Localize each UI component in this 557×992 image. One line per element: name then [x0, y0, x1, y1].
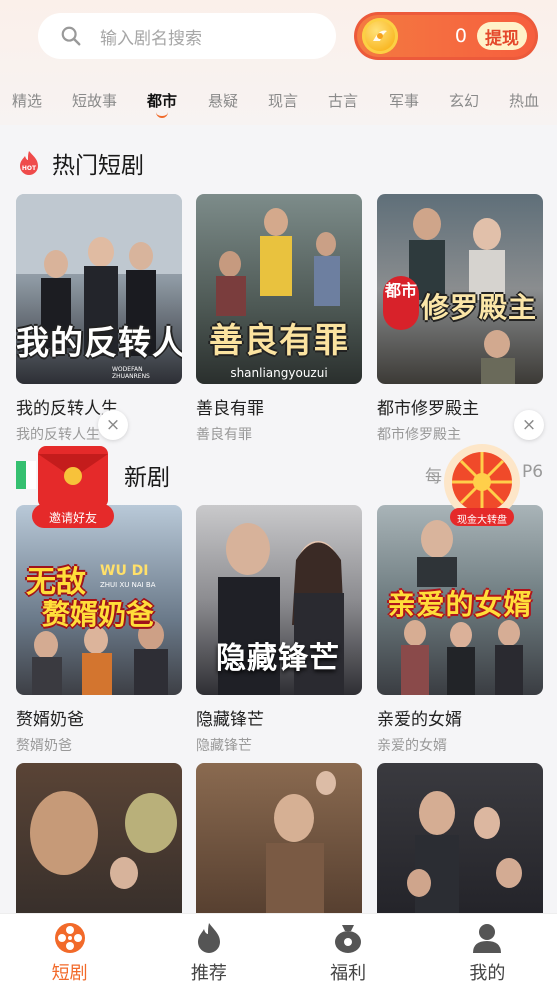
- money-bag-icon: [335, 925, 362, 953]
- poster-title: 修罗殿主: [421, 291, 538, 324]
- drama-poster[interactable]: 隐藏锋芒: [196, 505, 362, 695]
- drama-subtitle: 隐藏锋芒: [196, 738, 252, 754]
- poster-title-2: 赘婿奶爸: [42, 598, 155, 631]
- wallet-widget[interactable]: 0 提现: [354, 12, 538, 60]
- poster-pinyin-1: WU DI: [100, 563, 149, 579]
- poster-pinyin-2: ZHUI XU NAI BA: [100, 581, 156, 589]
- nav-label: 短剧: [51, 963, 88, 984]
- poster-genre-tag: 都市: [383, 276, 419, 330]
- new-section-title: 新剧: [124, 465, 170, 491]
- tab-dushi[interactable]: 都市: [147, 90, 177, 111]
- drama-card[interactable]: 亲爱的女婿 亲爱的女婿 亲爱的女婿: [377, 505, 543, 755]
- nav-profile[interactable]: 我的: [418, 914, 557, 992]
- nav-welfare[interactable]: 福利: [279, 914, 418, 992]
- tab-guyan[interactable]: 古言: [328, 90, 358, 111]
- bottom-navigation: 短剧 推荐 福利 我的: [0, 913, 557, 992]
- drama-poster[interactable]: 善良有罪 shanliangyouzui: [196, 194, 362, 384]
- tab-xuanhuan[interactable]: 玄幻: [449, 90, 479, 111]
- nav-label: 推荐: [190, 963, 227, 984]
- close-icon: ×: [105, 415, 121, 435]
- poster-art: [30, 791, 177, 889]
- drama-poster[interactable]: 无敌 WU DI ZHUI XU NAI BA 赘婿奶爸: [16, 505, 182, 695]
- tab-jingxuan[interactable]: 精选: [12, 90, 42, 111]
- hot-badge-text: HOT: [22, 165, 37, 172]
- coin-icon: [362, 18, 398, 54]
- poster-title: 我的反转人生: [16, 323, 182, 362]
- drama-name[interactable]: 我的反转人生: [16, 394, 182, 419]
- tab-duangushi[interactable]: 短故事: [72, 90, 117, 111]
- category-tabs: 精选 短故事 都市 悬疑 现言 古言 军事 玄幻 热血: [0, 82, 557, 122]
- tab-xuanyi[interactable]: 悬疑: [208, 90, 238, 111]
- search-placeholder: 输入剧名搜索: [100, 28, 202, 49]
- drama-subtitle: 赘婿奶爸: [16, 738, 72, 754]
- poster-title: 隐藏锋芒: [216, 641, 340, 676]
- drama-card[interactable]: 隐藏锋芒 隐藏锋芒 隐藏锋芒: [196, 505, 362, 755]
- drama-card[interactable]: 都市 修罗殿主 都市修罗殿主 都市修罗殿主: [377, 194, 543, 444]
- user-icon: [473, 924, 502, 953]
- active-tab-indicator: [156, 112, 168, 118]
- invite-friends-label: 邀请好友: [48, 511, 97, 525]
- hot-section-title: 热门短剧: [52, 153, 144, 179]
- poster-subtitle: WODEFAN ZHUANRENS: [112, 366, 150, 380]
- drama-name[interactable]: 隐藏锋芒: [196, 705, 362, 730]
- tab-junshi[interactable]: 军事: [389, 90, 419, 111]
- drama-card[interactable]: 我的反转人生 WODEFAN ZHUANRENS 我的反转人生 我的反转人生: [16, 194, 182, 444]
- search-icon: [61, 26, 81, 46]
- wallet-amount: 0: [454, 25, 467, 47]
- flame-icon: [197, 923, 220, 953]
- nav-label: 福利: [330, 963, 367, 984]
- nav-label: 我的: [469, 963, 506, 984]
- poster-art: [266, 771, 336, 913]
- drama-card[interactable]: 善良有罪 shanliangyouzui 善良有罪 善良有罪: [196, 194, 362, 444]
- invite-friends-float[interactable]: 邀请好友: [28, 440, 118, 532]
- drama-card[interactable]: 无敌 WU DI ZHUI XU NAI BA 赘婿奶爸 赘婿奶爸 赘婿奶爸: [16, 505, 182, 755]
- nav-recommend[interactable]: 推荐: [139, 914, 278, 992]
- poster-subtitle: shanliangyouzui: [230, 366, 328, 380]
- withdraw-button[interactable]: 提现: [477, 22, 527, 50]
- close-wheel-button[interactable]: ×: [514, 410, 544, 440]
- cash-wheel-label: 现金大转盘: [457, 515, 507, 526]
- nav-short-drama[interactable]: 短剧: [0, 914, 139, 992]
- hot-flame-icon: HOT: [20, 151, 38, 175]
- close-icon: ×: [521, 415, 537, 435]
- drama-poster[interactable]: 都市 修罗殿主: [377, 194, 543, 384]
- tab-xianyan[interactable]: 现言: [268, 90, 298, 111]
- drama-name[interactable]: 赘婿奶爸: [16, 705, 182, 730]
- cash-wheel-float[interactable]: 现金大转盘: [432, 442, 532, 532]
- tab-rexue[interactable]: 热血: [509, 90, 539, 111]
- poster-title: 亲爱的女婿: [387, 588, 533, 621]
- drama-poster[interactable]: 我的反转人生 WODEFAN ZHUANRENS: [16, 194, 182, 384]
- drama-poster[interactable]: 亲爱的女婿: [377, 505, 543, 695]
- search-bar[interactable]: 输入剧名搜索: [38, 13, 336, 59]
- hot-section-header: HOT 热门短剧: [16, 146, 144, 180]
- drama-subtitle: 亲爱的女婿: [377, 738, 447, 754]
- drama-name[interactable]: 善良有罪: [196, 394, 362, 419]
- poster-title: 善良有罪: [209, 321, 349, 361]
- drama-subtitle: 善良有罪: [196, 427, 252, 443]
- poster-art: [407, 791, 522, 913]
- film-reel-icon: [54, 923, 85, 953]
- drama-name[interactable]: 亲爱的女婿: [377, 705, 543, 730]
- close-invite-button[interactable]: ×: [98, 410, 128, 440]
